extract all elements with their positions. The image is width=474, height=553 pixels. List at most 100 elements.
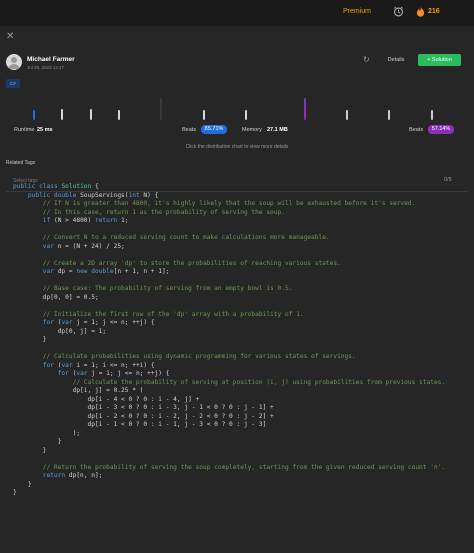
code-token: Solution <box>61 183 92 190</box>
code-token: var <box>13 242 54 250</box>
post-date: Jul 29, 2023 12:47 <box>27 65 65 70</box>
code-token: int <box>128 191 140 199</box>
code-token: new double <box>76 268 114 275</box>
code-token: } <box>13 480 32 488</box>
code-line: ); <box>13 430 445 439</box>
code-token: dp[i - 4 < 0 ? 0 : i - 4, j] + <box>13 395 200 403</box>
code-token: dp[i - 3 < 0 ? 0 : i - 3, j - 1 < 0 ? 0 … <box>13 404 274 411</box>
runtime-beats-badge: 85.71% <box>201 125 227 134</box>
distribution-bar <box>118 110 120 120</box>
code-line: dp[i - 3 < 0 ? 0 : i - 3, j - 1 < 0 ? 0 … <box>13 404 445 413</box>
distribution-bar <box>160 98 162 120</box>
code-token: } <box>13 489 17 496</box>
code-token: public class <box>13 183 62 190</box>
code-line: public double SoupServings(int N) { <box>13 192 445 201</box>
code-token: var <box>61 361 73 369</box>
details-button[interactable]: Details <box>381 54 411 66</box>
code-line: // Base case: The probability of serving… <box>13 285 445 294</box>
fire-icon[interactable] <box>416 6 425 17</box>
code-line: public class Solution { <box>13 183 445 192</box>
distribution-bar <box>245 110 247 120</box>
code-line: // Calculate the probability of serving … <box>13 378 446 388</box>
user-silhouette-icon <box>8 57 20 69</box>
code-token: { <box>91 183 99 190</box>
code-line: dp[0, j] = 1; <box>13 328 445 337</box>
alarm-clock-icon[interactable] <box>393 6 404 17</box>
avatar[interactable] <box>6 54 22 70</box>
code-token: SoupServings( <box>80 191 129 199</box>
code-line: return dp[n, n]; <box>13 472 445 481</box>
code-token: if <box>13 217 51 224</box>
code-line: } <box>13 481 445 490</box>
code-token: return <box>94 217 118 224</box>
code-line: } <box>13 447 445 456</box>
code-token: j = 1; j <= n; ++j) { <box>87 370 170 377</box>
code-token: // Calculate the probability of serving … <box>13 378 446 386</box>
code-token: // If N is greater than 4800, it's highl… <box>13 200 416 207</box>
tag-count: 0/5 <box>444 177 452 183</box>
code-line: var dp = new double[n + 1, n + 1]; <box>13 268 445 277</box>
distribution-bar <box>346 110 348 120</box>
code-token: [n + 1, n + 1]; <box>113 268 170 275</box>
distribution-bar <box>304 98 306 120</box>
memory-beats-label: Beats <box>409 127 424 133</box>
code-token: // Calculate probabilities using dynamic… <box>13 353 356 360</box>
distribution-chart[interactable] <box>0 98 474 126</box>
related-tags-title: Related Tags <box>6 160 36 166</box>
refresh-icon[interactable]: ↻ <box>363 55 370 64</box>
close-icon[interactable]: ✕ <box>6 31 14 42</box>
code-token: } <box>13 446 47 454</box>
code-token: dp[n, n]; <box>65 472 103 479</box>
code-line: dp[0, 0] = 0.5; <box>13 294 445 303</box>
code-token: // Return the probability of serving the… <box>13 463 446 471</box>
add-solution-button[interactable]: + Solution <box>418 54 461 66</box>
code-line: for (var j = 1; j <= n; ++j) { <box>13 370 445 379</box>
code-line: // Create a 2D array 'dp' to store the p… <box>13 260 445 269</box>
premium-link[interactable]: Premium <box>343 8 371 15</box>
code-line: // In this case, return 1 as the probabi… <box>13 209 445 218</box>
runtime-label: Runtime <box>14 127 35 133</box>
code-token: } <box>13 438 62 445</box>
code-token: for <box>13 319 54 326</box>
memory-label: Memory <box>242 127 262 133</box>
author-name[interactable]: Michael Farmer <box>27 56 75 63</box>
code-line: for (var i = 1; i <= n; ++i) { <box>13 362 445 371</box>
distribution-bar <box>61 109 63 120</box>
code-line: for (var j = 1; j <= n; ++j) { <box>13 319 445 328</box>
streak-count[interactable]: 216 <box>428 8 440 15</box>
runtime-beats-label: Beats <box>182 127 197 133</box>
distribution-bar <box>431 110 433 120</box>
code-line: if (N > 4800) return 1; <box>13 217 445 226</box>
code-token: dp[0, 0] = 0.5; <box>13 293 99 301</box>
code-line: dp[i - 1 < 0 ? 0 : i - 1, j - 3 < 0 ? 0 … <box>13 421 445 430</box>
distribution-bar <box>388 110 390 120</box>
code-line: // Initialize the first row of the 'dp' … <box>13 311 445 320</box>
memory-beats-badge: 57.14% <box>428 125 454 134</box>
distribution-bar <box>33 110 35 120</box>
language-tag[interactable]: C# <box>6 79 20 88</box>
code-token: var <box>13 268 54 275</box>
code-token: // Create a 2D array 'dp' to store the p… <box>13 259 341 267</box>
code-line: } <box>13 489 445 498</box>
code-line: } <box>13 336 445 345</box>
distribution-hint: Click the distribution chart to view mor… <box>185 144 289 150</box>
distribution-bar <box>203 110 205 120</box>
code-line: dp[i, j] = 0.25 * ( <box>13 387 445 396</box>
code-line: // Calculate probabilities using dynamic… <box>13 353 445 362</box>
code-line: // Return the probability of serving the… <box>13 464 445 473</box>
code-line: // Convert N to a reduced serving count … <box>13 234 445 243</box>
code-token: dp[0, j] = 1; <box>13 327 107 335</box>
code-token: for <box>13 361 54 369</box>
code-token: for <box>13 370 69 377</box>
code-token: } <box>13 336 47 343</box>
code-block[interactable]: public class Solution { public double So… <box>13 183 445 498</box>
code-token: n = (N + 24) / 25; <box>53 242 125 250</box>
code-token: dp = <box>53 268 77 275</box>
runtime-value: 25 ms <box>37 127 53 133</box>
